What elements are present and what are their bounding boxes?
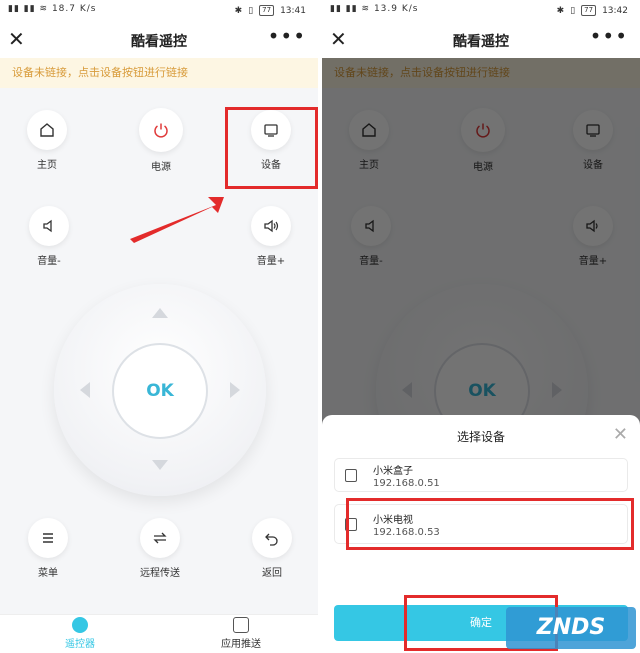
tv-icon <box>345 469 357 482</box>
speaker-high-icon <box>251 206 291 246</box>
volume-down-label: 音量- <box>37 256 61 267</box>
app-push-icon <box>233 617 249 633</box>
power-label: 电源 <box>151 162 171 173</box>
device-button[interactable]: 设备 <box>251 110 291 171</box>
back-button[interactable]: 返回 <box>252 518 292 579</box>
tv-icon <box>251 110 291 150</box>
status-left-info: ▮▮ ▮▮ ≋ 13.9 K/s <box>330 4 419 14</box>
tab-bar: 遥控器 应用推送 <box>0 614 318 653</box>
more-icon[interactable]: ••• <box>590 24 628 48</box>
watermark-logo: ZNDS <box>506 607 636 649</box>
back-label: 返回 <box>262 568 282 579</box>
power-button[interactable]: 电源 <box>138 108 184 173</box>
pointer-arrow-icon <box>130 197 224 243</box>
menu-icon <box>28 518 68 558</box>
remote-tab-icon <box>72 617 88 633</box>
device-label: 设备 <box>261 160 281 171</box>
volume-up-label: 音量+ <box>256 256 286 267</box>
tab-remote-label: 遥控器 <box>65 639 95 650</box>
title-bar: ✕ 酷看遥控 ••• <box>0 22 318 58</box>
tab-app-push-label: 应用推送 <box>221 639 261 650</box>
arrow-right-icon[interactable] <box>230 382 240 398</box>
left-screen: ▮▮ ▮▮ ≋ 18.7 K/s ✱ ▯ 77 13:41 ✕ 酷看遥控 •••… <box>0 0 318 653</box>
arrow-left-icon[interactable] <box>80 382 90 398</box>
status-left-info: ▮▮ ▮▮ ≋ 18.7 K/s <box>8 4 97 14</box>
power-icon <box>139 108 183 152</box>
clock: 13:42 <box>602 5 628 16</box>
status-right-info: ✱ ▯ 77 13:42 <box>556 5 628 16</box>
vibrate-icon: ▯ <box>570 5 576 16</box>
status-bar: ▮▮ ▮▮ ≋ 18.7 K/s ✱ ▯ 77 13:41 <box>0 0 318 22</box>
screenshot-composite: ▮▮ ▮▮ ≋ 18.7 K/s ✱ ▯ 77 13:41 ✕ 酷看遥控 •••… <box>0 0 640 653</box>
remote-transfer-label: 远程传送 <box>140 568 180 579</box>
more-icon[interactable]: ••• <box>268 24 306 48</box>
remote-transfer-button[interactable]: 远程传送 <box>134 518 186 579</box>
device-option[interactable]: 小米电视 192.168.0.53 <box>334 504 628 544</box>
menu-label: 菜单 <box>38 568 58 579</box>
vibrate-icon: ▯ <box>248 5 254 16</box>
home-icon <box>27 110 67 150</box>
battery-icon: 77 <box>259 5 275 16</box>
device-name: 小米盒子 <box>373 466 413 477</box>
menu-button[interactable]: 菜单 <box>28 518 68 579</box>
sheet-title: 选择设备 <box>456 430 505 444</box>
battery-icon: 77 <box>581 5 597 16</box>
status-right-info: ✱ ▯ 77 13:41 <box>234 5 306 16</box>
arrow-up-icon[interactable] <box>152 308 168 318</box>
device-ip: 192.168.0.53 <box>373 527 440 538</box>
status-bar: ▮▮ ▮▮ ≋ 13.9 K/s ✱ ▯ 77 13:42 <box>322 0 640 22</box>
tab-app-push[interactable]: 应用推送 <box>214 617 268 650</box>
right-screen: ▮▮ ▮▮ ≋ 13.9 K/s ✱ ▯ 77 13:42 ✕ 酷看遥控 •••… <box>322 0 640 653</box>
device-option[interactable]: 小米盒子 192.168.0.51 <box>334 458 628 492</box>
home-label: 主页 <box>37 160 57 171</box>
arrow-down-icon[interactable] <box>152 460 168 470</box>
volume-up-button[interactable]: 音量+ <box>251 206 291 267</box>
undo-icon <box>252 518 292 558</box>
device-select-sheet: 选择设备 ✕ 小米盒子 192.168.0.51 小米电视 192.168.0.… <box>322 415 640 653</box>
connection-notice: 设备未链接，点击设备按钮进行链接 <box>0 58 318 88</box>
device-ip: 192.168.0.51 <box>373 478 440 489</box>
transfer-icon <box>140 518 180 558</box>
tab-remote[interactable]: 遥控器 <box>56 617 104 650</box>
home-button[interactable]: 主页 <box>27 110 67 171</box>
title-bar: ✕ 酷看遥控 ••• <box>322 22 640 58</box>
close-icon[interactable]: ✕ <box>613 424 628 445</box>
device-name: 小米电视 <box>373 515 413 526</box>
ok-button[interactable]: OK <box>112 343 208 439</box>
remote-body: 主页 电源 设备 音量- 音量+ OK <box>0 88 318 614</box>
speaker-low-icon <box>29 206 69 246</box>
clock: 13:41 <box>280 5 306 16</box>
volume-down-button[interactable]: 音量- <box>29 206 69 267</box>
tv-icon <box>345 518 357 531</box>
